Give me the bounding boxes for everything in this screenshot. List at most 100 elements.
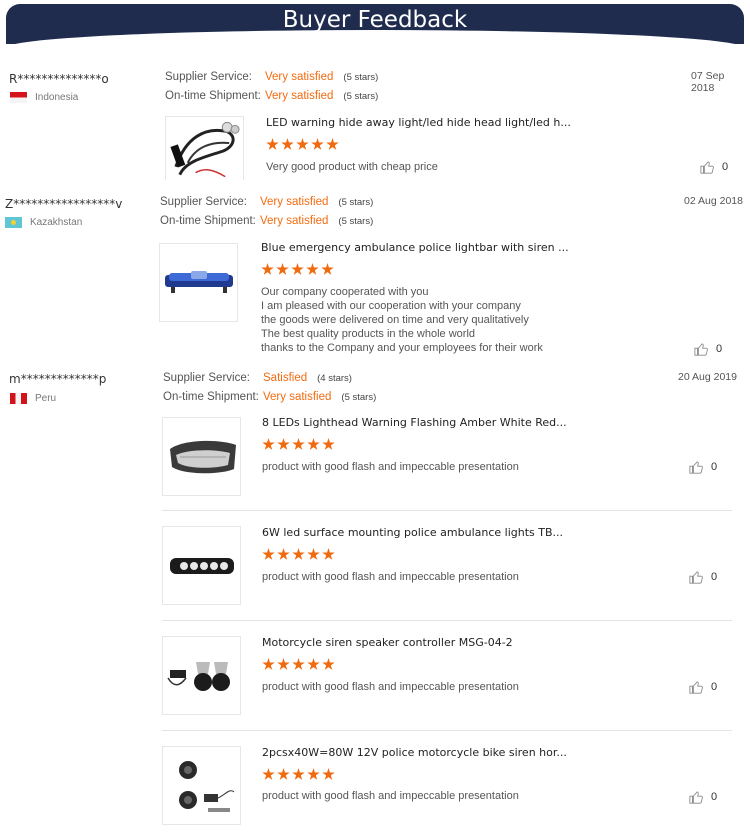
review-comment: Very good product with cheap price — [266, 160, 438, 174]
star-icon — [306, 263, 319, 275]
supplier-service-stars: (4 stars) — [317, 373, 352, 384]
supplier-service-stars: (5 stars) — [338, 197, 374, 208]
like-button[interactable]: 0 — [689, 790, 717, 804]
star-icon — [262, 438, 275, 450]
indonesia-flag-icon — [10, 92, 27, 103]
on-time-shipment-rating: On-time Shipment: Very satisfied (5 star… — [163, 391, 376, 403]
product-thumbnail[interactable] — [165, 116, 244, 180]
star-icon — [277, 768, 290, 780]
star-icon — [307, 548, 320, 560]
comment-line: product with good flash and impeccable p… — [262, 681, 519, 693]
product-image-icon — [178, 760, 234, 812]
like-button[interactable]: 0 — [694, 342, 722, 356]
comment-line: thanks to the Company and your employees… — [261, 342, 543, 354]
star-icon — [321, 263, 334, 275]
star-icon — [292, 768, 305, 780]
buyer-country: Indonesia — [10, 92, 78, 103]
comment-line: Very good product with cheap price — [266, 161, 438, 173]
like-button[interactable]: 0 — [700, 160, 728, 174]
supplier-service-rating: Supplier Service: Satisfied (4 stars) — [163, 372, 352, 384]
buyer-country: Peru — [10, 393, 56, 404]
like-count: 0 — [722, 161, 729, 173]
product-title[interactable]: Motorcycle siren speaker controller MSG-… — [262, 636, 513, 649]
star-icon — [276, 263, 289, 275]
buyer-name: m*************p — [9, 372, 107, 386]
like-button[interactable]: 0 — [689, 570, 717, 584]
star-icon — [322, 768, 335, 780]
like-count: 0 — [711, 461, 718, 473]
like-count: 0 — [711, 681, 718, 693]
country-name: Kazakhstan — [30, 217, 83, 228]
supplier-service-label: Supplier Service: — [165, 71, 252, 83]
product-thumbnail[interactable] — [162, 636, 241, 715]
on-time-shipment-value: Very satisfied — [260, 215, 329, 227]
on-time-shipment-stars: (5 stars) — [341, 392, 377, 403]
product-title[interactable]: LED warning hide away light/led hide hea… — [266, 116, 571, 129]
like-count: 0 — [711, 571, 718, 583]
product-thumbnail[interactable] — [162, 746, 241, 825]
star-icon — [307, 438, 320, 450]
product-thumbnail[interactable] — [159, 243, 238, 322]
on-time-shipment-stars: (5 stars) — [343, 91, 379, 102]
product-star-rating — [262, 438, 335, 451]
star-icon — [292, 658, 305, 670]
star-icon — [311, 138, 324, 150]
review-comment: product with good flash and impeccable p… — [262, 570, 519, 584]
supplier-service-label: Supplier Service: — [160, 196, 247, 208]
product-thumbnail[interactable] — [162, 417, 241, 496]
product-title[interactable]: Blue emergency ambulance police lightbar… — [261, 241, 569, 254]
comment-line: product with good flash and impeccable p… — [262, 571, 519, 583]
product-image-icon — [170, 121, 240, 177]
star-icon — [281, 138, 294, 150]
supplier-service-value: Very satisfied — [265, 71, 334, 83]
review-date: 07 Sep 2018 — [691, 70, 725, 94]
star-icon — [296, 138, 309, 150]
buyer-name: R**************o — [9, 72, 109, 86]
star-icon — [277, 658, 290, 670]
on-time-shipment-stars: (5 stars) — [338, 216, 374, 227]
on-time-shipment-value: Very satisfied — [265, 90, 334, 102]
review-date: 20 Aug 2019 — [678, 371, 737, 383]
like-count: 0 — [711, 791, 718, 803]
comment-line: Our company cooperated with you — [261, 286, 429, 298]
product-divider — [162, 620, 732, 621]
thumbs-up-icon — [689, 681, 703, 694]
peru-flag-icon — [10, 393, 27, 404]
supplier-service-value: Satisfied — [263, 372, 308, 384]
on-time-shipment-label: On-time Shipment: — [163, 391, 259, 403]
supplier-service-label: Supplier Service: — [163, 372, 250, 384]
review-comment: Our company cooperated with you I am ple… — [261, 285, 543, 355]
product-title[interactable]: 8 LEDs Lighthead Warning Flashing Amber … — [262, 416, 567, 429]
star-icon — [326, 138, 339, 150]
product-title[interactable]: 2pcsx40W=80W 12V police motorcycle bike … — [262, 746, 567, 759]
review-comment: product with good flash and impeccable p… — [262, 680, 519, 694]
comment-line: I am pleased with our cooperation with y… — [261, 300, 521, 312]
product-title[interactable]: 6W led surface mounting police ambulance… — [262, 526, 563, 539]
star-icon — [322, 548, 335, 560]
buyer-country: Kazakhstan — [5, 217, 82, 228]
supplier-service-stars: (5 stars) — [343, 72, 379, 83]
supplier-service-value: Very satisfied — [260, 196, 329, 208]
product-divider — [162, 730, 732, 731]
like-count: 0 — [716, 343, 723, 355]
like-button[interactable]: 0 — [689, 680, 717, 694]
product-thumbnail[interactable] — [162, 526, 241, 605]
thumbs-up-icon — [689, 461, 703, 474]
buyer-name: Z*****************v — [5, 197, 123, 211]
thumbs-up-icon — [689, 571, 703, 584]
comment-line: the goods were delivered on time and ver… — [261, 314, 529, 326]
star-icon — [277, 438, 290, 450]
product-divider — [162, 510, 732, 511]
on-time-shipment-value: Very satisfied — [263, 391, 332, 403]
like-button[interactable]: 0 — [689, 460, 717, 474]
on-time-shipment-label: On-time Shipment: — [165, 90, 261, 102]
star-icon — [322, 438, 335, 450]
product-image-icon — [166, 661, 230, 691]
star-icon — [266, 138, 279, 150]
country-name: Peru — [35, 393, 57, 404]
product-image-icon — [169, 440, 236, 473]
star-icon — [307, 768, 320, 780]
product-image-icon — [169, 557, 234, 574]
star-icon — [277, 548, 290, 560]
star-icon — [262, 658, 275, 670]
